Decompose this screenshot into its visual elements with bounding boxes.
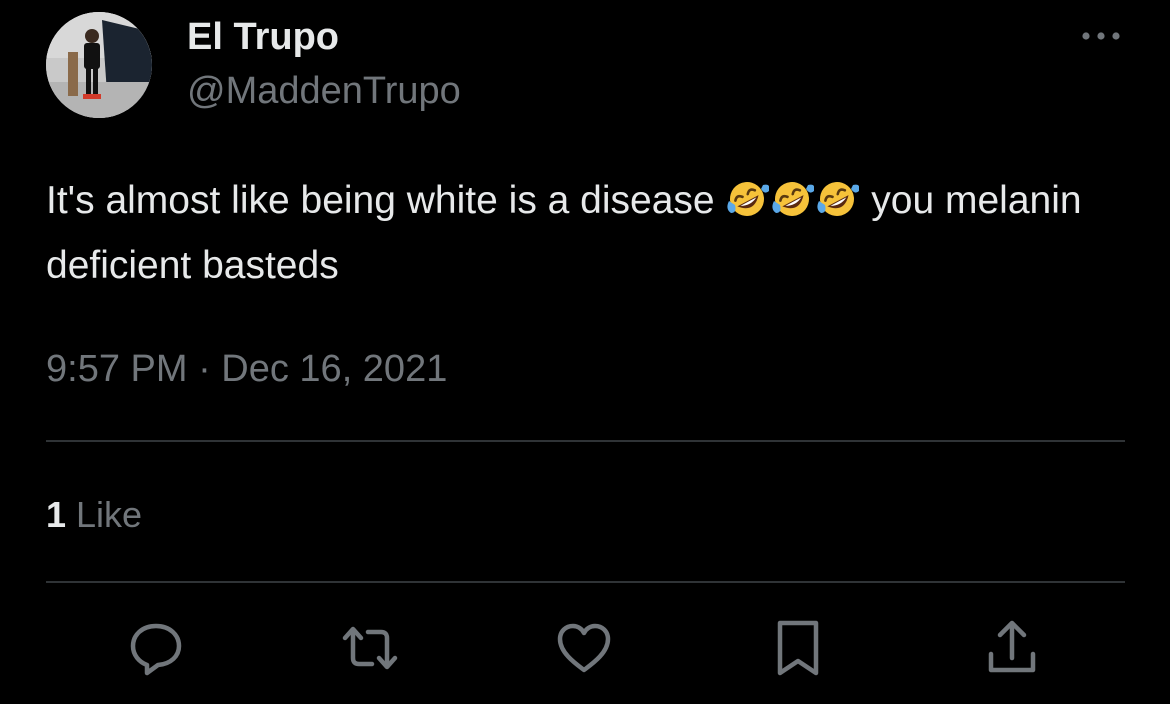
tweet-detail: El Trupo @MaddenTrupo It's almost like b… [0,0,1170,704]
user-handle[interactable]: @MaddenTrupo [187,68,461,114]
rolling-on-floor-laughing-emoji-icon [770,176,815,220]
more-options-icon[interactable] [1080,26,1122,46]
share-button[interactable] [982,618,1042,678]
rolling-on-floor-laughing-emoji-icon [815,176,860,220]
reply-button[interactable] [126,618,186,678]
retweet-icon [340,618,400,678]
tweet-timestamp[interactable]: 9:57 PM · Dec 16, 2021 [46,346,447,392]
display-name[interactable]: El Trupo [187,14,339,60]
avatar[interactable] [46,12,152,118]
reply-icon [126,618,186,678]
like-button[interactable] [554,618,614,678]
likes-label: Like [66,494,143,535]
likes-summary[interactable]: 1 Like [46,492,142,538]
heart-icon [554,618,614,678]
tweet-text-before-emoji: It's almost like being white is a diseas… [46,179,726,222]
share-icon [982,618,1042,678]
retweet-button[interactable] [340,618,400,678]
bookmark-button[interactable] [768,618,828,678]
likes-count: 1 [46,494,67,535]
divider [46,581,1125,583]
rolling-on-floor-laughing-emoji-icon [725,176,770,220]
bookmark-icon [768,618,828,678]
divider [46,440,1125,442]
tweet-text: It's almost like being white is a diseas… [46,168,1136,298]
